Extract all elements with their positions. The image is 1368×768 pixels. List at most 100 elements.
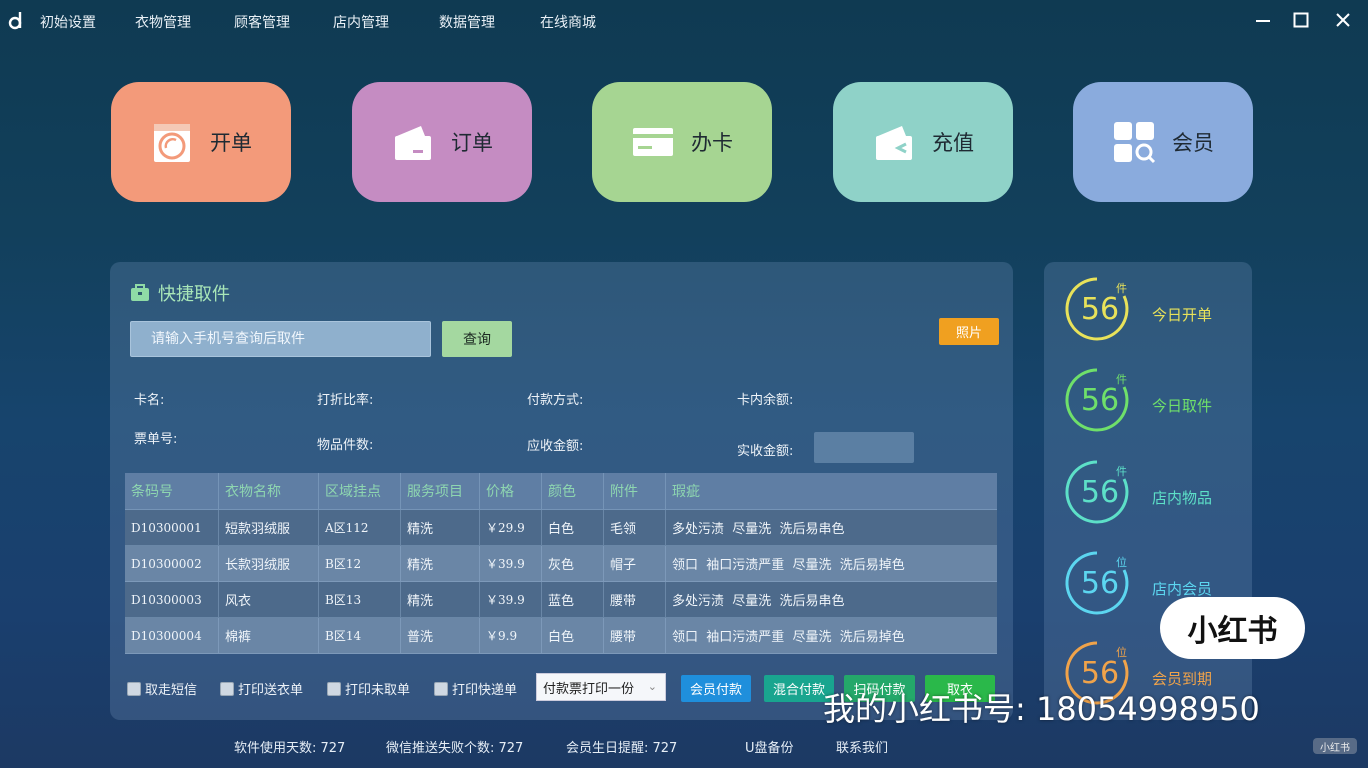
menu-online-store[interactable]: 在线商城 — [540, 12, 596, 32]
menu-clothing-management[interactable]: 衣物管理 — [135, 12, 191, 32]
sms-on-pickup-checkbox[interactable]: 取走短信 — [127, 679, 197, 698]
stat-today-orders[interactable]: 56 件 今日开单 — [1044, 276, 1252, 356]
close-icon[interactable] — [1332, 9, 1354, 31]
stat-today-pickups[interactable]: 56 件 今日取件 — [1044, 367, 1252, 447]
column-header[interactable]: 瑕疵 — [666, 473, 997, 509]
accessory-cell: 毛领 — [604, 510, 666, 545]
defect-cell: 领口 袖口污渍严重 尽量洗 洗后易掉色 — [672, 630, 905, 645]
clothing-table: 条码号 衣物名称 区域挂点 服务项目 价格 颜色 附件 瑕疵 D10300001… — [125, 473, 997, 654]
column-header[interactable]: 条码号 — [125, 473, 219, 509]
clothing-name-cell: 风衣 — [219, 582, 319, 617]
menu-initial-settings[interactable]: 初始设置 — [40, 12, 96, 32]
item-count-label: 物品件数: — [317, 438, 374, 453]
stat-value: 56 — [1080, 475, 1120, 510]
briefcase-icon — [131, 284, 149, 301]
tile-members[interactable]: 会员 — [1073, 82, 1253, 202]
hanger-cell: B区13 — [319, 582, 401, 617]
stat-store-items[interactable]: 56 件 店内物品 — [1044, 459, 1252, 539]
wallet-return-icon — [876, 126, 912, 160]
checkbox-box[interactable] — [434, 681, 448, 696]
tile-new-order[interactable]: 开单 — [111, 82, 291, 202]
stat-label: 店内会员 — [1152, 580, 1213, 598]
contact-us-link[interactable]: 联系我们 — [836, 737, 888, 756]
menu-store-management[interactable]: 店内管理 — [333, 12, 389, 32]
table-row[interactable]: D10300003 风衣 B区13 精洗 ￥39.9 蓝色 腰带 多处污渍 尽量… — [125, 582, 997, 618]
column-header[interactable]: 衣物名称 — [219, 473, 319, 509]
accessory-cell: 腰带 — [604, 618, 666, 653]
price-cell: ￥39.9 — [480, 546, 542, 581]
print-express-slip-checkbox[interactable]: 打印快递单 — [434, 679, 517, 698]
minimize-icon[interactable] — [1252, 9, 1274, 31]
table-header: 条码号 衣物名称 区域挂点 服务项目 价格 颜色 附件 瑕疵 — [125, 473, 997, 510]
app-logo-icon — [8, 12, 22, 30]
table-row[interactable]: D10300002 长款羽绒服 B区12 精洗 ￥39.9 灰色 帽子 领口 袖… — [125, 546, 997, 582]
barcode-cell: D10300001 — [125, 510, 219, 545]
defect-cell: 多处污渍 尽量洗 洗后易串色 — [672, 594, 845, 609]
watermark-text: 我的小红书号: 18054998950 — [823, 690, 1260, 728]
stat-value: 56 — [1080, 383, 1120, 418]
wechat-fail-count-text: 微信推送失败个数: 727 — [386, 741, 524, 756]
menu-data-management[interactable]: 数据管理 — [439, 12, 495, 32]
receivable-amount-label: 应收金额: — [527, 439, 584, 454]
accessory-cell: 帽子 — [604, 546, 666, 581]
photo-button[interactable]: 照片 — [939, 318, 999, 345]
color-cell: 白色 — [542, 510, 604, 545]
stat-unit: 件 — [1116, 373, 1127, 386]
print-delivery-slip-checkbox[interactable]: 打印送衣单 — [220, 679, 303, 698]
table-row[interactable]: D10300001 短款羽绒服 A区112 精洗 ￥29.9 白色 毛领 多处污… — [125, 510, 997, 546]
usage-days-text: 软件使用天数: 727 — [234, 741, 346, 756]
stat-label: 今日取件 — [1152, 397, 1213, 415]
service-cell: 精洗 — [401, 510, 480, 545]
tile-label: 订单 — [451, 131, 493, 155]
stat-label: 店内物品 — [1152, 489, 1213, 507]
checkbox-box[interactable] — [127, 681, 141, 696]
tile-label: 办卡 — [691, 131, 733, 155]
tile-recharge[interactable]: 充值 — [833, 82, 1013, 202]
query-button[interactable]: 查询 — [442, 321, 512, 357]
tile-orders[interactable]: 订单 — [352, 82, 532, 202]
hanger-cell: B区14 — [319, 618, 401, 653]
stat-unit: 位 — [1116, 646, 1127, 659]
print-copies-select[interactable]: 付款票打印一份 ⌄ — [536, 673, 666, 701]
hanger-cell: B区12 — [319, 546, 401, 581]
checkbox-label: 打印未取单 — [345, 683, 411, 698]
barcode-cell: D10300004 — [125, 618, 219, 653]
select-value: 付款票打印一份 — [543, 681, 635, 697]
column-header[interactable]: 区域挂点 — [319, 473, 401, 509]
checkbox-label: 打印快递单 — [452, 683, 518, 698]
clothing-name-cell: 棉裤 — [219, 618, 319, 653]
stat-value: 56 — [1080, 566, 1120, 601]
checkbox-box[interactable] — [220, 681, 234, 696]
column-header[interactable]: 附件 — [604, 473, 666, 509]
column-header[interactable]: 颜色 — [542, 473, 604, 509]
member-pay-button[interactable]: 会员付款 — [681, 675, 751, 702]
ticket-number-label: 票单号: — [134, 432, 178, 447]
panel-title-text: 快捷取件 — [158, 284, 230, 305]
tile-label: 会员 — [1172, 131, 1214, 155]
discount-rate-label: 打折比率: — [317, 393, 374, 408]
card-icon — [633, 128, 673, 156]
tile-issue-card[interactable]: 办卡 — [592, 82, 772, 202]
checkbox-label: 打印送衣单 — [238, 683, 304, 698]
xiaohongshu-logo: 小红书 — [1160, 597, 1305, 659]
price-cell: ￥9.9 — [480, 618, 542, 653]
stat-unit: 件 — [1116, 465, 1127, 478]
grid-search-icon — [1114, 122, 1156, 164]
checkbox-box[interactable] — [327, 681, 341, 696]
card-balance-label: 卡内余额: — [737, 393, 794, 408]
phone-search-input[interactable] — [130, 321, 431, 357]
usb-backup-link[interactable]: U盘备份 — [745, 737, 794, 756]
maximize-icon[interactable] — [1290, 9, 1312, 31]
defect-cell: 领口 袖口污渍严重 尽量洗 洗后易掉色 — [672, 558, 905, 573]
checkbox-label: 取走短信 — [145, 683, 198, 698]
price-cell: ￥29.9 — [480, 510, 542, 545]
received-amount-input[interactable] — [814, 432, 914, 463]
menu-customer-management[interactable]: 顾客管理 — [234, 12, 290, 32]
service-cell: 精洗 — [401, 546, 480, 581]
column-header[interactable]: 服务项目 — [401, 473, 480, 509]
column-header[interactable]: 价格 — [480, 473, 542, 509]
defect-cell: 多处污渍 尽量洗 洗后易串色 — [672, 522, 845, 537]
print-unpicked-slip-checkbox[interactable]: 打印未取单 — [327, 679, 410, 698]
table-row[interactable]: D10300004 棉裤 B区14 普洗 ￥9.9 白色 腰带 领口 袖口污渍严… — [125, 618, 997, 654]
color-cell: 蓝色 — [542, 582, 604, 617]
